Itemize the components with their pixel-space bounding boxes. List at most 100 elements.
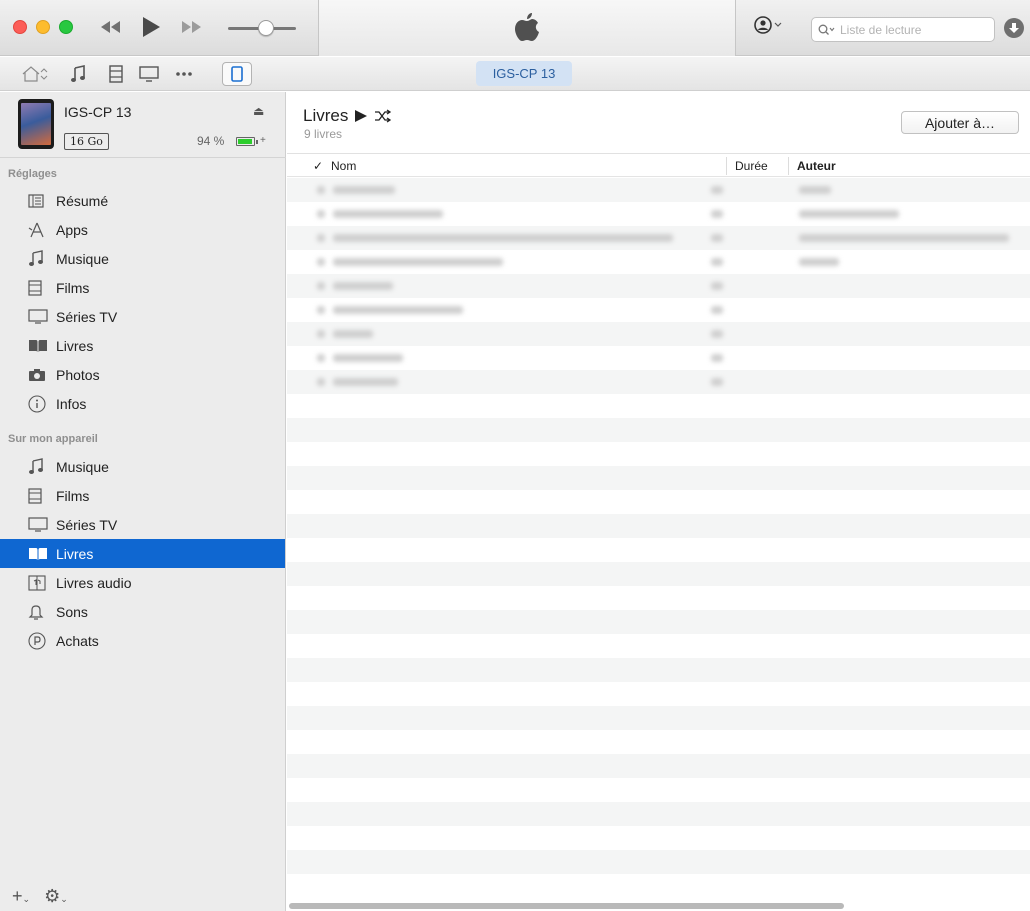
device-item-films[interactable]: Films (0, 481, 285, 510)
rewind-button[interactable] (96, 13, 126, 41)
empty-row (287, 634, 1030, 658)
duration-column-header[interactable]: Durée (735, 159, 768, 173)
device-summary[interactable]: IGS-CP 13 ⏏ 16 Go 94 % + (0, 92, 286, 158)
ipad-icon (231, 66, 243, 82)
library-home-button[interactable] (18, 62, 52, 86)
settings-menu-button[interactable]: ⚙⌄ (44, 886, 68, 907)
add-to-button[interactable]: Ajouter à… (901, 111, 1019, 134)
close-window-button[interactable] (13, 20, 27, 34)
search-icon (818, 24, 835, 35)
tv-icon (139, 66, 159, 82)
empty-row (287, 442, 1030, 466)
author-column-header[interactable]: Auteur (797, 159, 836, 173)
eject-icon[interactable]: ⏏ (253, 104, 264, 118)
tv-library-button[interactable] (136, 62, 162, 86)
play-button[interactable] (136, 13, 166, 41)
sidebar-item-photos[interactable]: Photos (0, 360, 285, 389)
rewind-icon (101, 21, 120, 33)
volume-slider[interactable] (228, 20, 296, 36)
device-tab[interactable]: IGS-CP 13 (476, 61, 572, 86)
device-item-livres-audio[interactable]: Livres audio (0, 568, 285, 597)
content-header: Livres 9 livres Ajouter à… (287, 92, 1030, 154)
empty-row (287, 850, 1030, 874)
device-section-title: Sur mon appareil (8, 433, 98, 445)
apps-icon (28, 221, 50, 239)
volume-knob[interactable] (258, 20, 274, 36)
audiobook-icon (28, 574, 50, 592)
table-row[interactable] (287, 202, 1030, 226)
sidebar-item-label: Résumé (56, 192, 109, 209)
check-column-header[interactable]: ✓ (313, 159, 323, 173)
downloads-button[interactable] (1004, 18, 1024, 38)
sidebar-item-label: Séries TV (56, 308, 118, 325)
updown-chevron-icon (40, 68, 48, 80)
table-row[interactable] (287, 370, 1030, 394)
tv-icon (28, 308, 50, 326)
more-media-button[interactable] (172, 62, 196, 86)
minimize-window-button[interactable] (36, 20, 50, 34)
battery-percentage: 94 % (197, 134, 225, 148)
sidebar-item-label: Infos (56, 395, 87, 412)
library-title-text: Livres (303, 106, 349, 125)
empty-row (287, 514, 1030, 538)
sidebar-item-label: Livres (56, 545, 94, 562)
empty-row (287, 394, 1030, 418)
zoom-window-button[interactable] (59, 20, 73, 34)
media-toolbar: IGS-CP 13 (0, 57, 1030, 91)
device-item-achats[interactable]: Achats (0, 626, 285, 655)
sidebar-item-infos[interactable]: Infos (0, 389, 285, 418)
sidebar-item-label: Photos (56, 366, 100, 383)
table-row[interactable] (287, 274, 1030, 298)
title-bar (0, 0, 1030, 56)
device-button[interactable] (222, 62, 252, 86)
music-icon (28, 250, 50, 268)
name-column-header[interactable]: Nom (331, 159, 356, 173)
more-icon (176, 72, 192, 76)
sidebar-item-films[interactable]: Films (0, 273, 285, 302)
device-item-sons[interactable]: Sons (0, 597, 285, 626)
sidebar-item-label: Musique (56, 250, 109, 267)
book-list (287, 178, 1030, 883)
table-row[interactable] (287, 250, 1030, 274)
table-row[interactable] (287, 322, 1030, 346)
sidebar-item-label: Films (56, 279, 90, 296)
horizontal-scrollbar[interactable] (289, 903, 844, 909)
play-icon (143, 17, 160, 37)
add-menu-button[interactable]: +⌄ (12, 886, 30, 907)
summary-icon (28, 192, 50, 210)
empty-row (287, 802, 1030, 826)
music-icon (28, 458, 50, 476)
lcd-display (318, 0, 736, 56)
sidebar-item-résumé[interactable]: Résumé (0, 186, 285, 215)
table-row[interactable] (287, 178, 1030, 202)
device-item-séries-tv[interactable]: Séries TV (0, 510, 285, 539)
sidebar-item-label: Séries TV (56, 516, 118, 533)
fast-forward-button[interactable] (177, 13, 207, 41)
sidebar-item-livres[interactable]: Livres (0, 331, 285, 360)
device-item-livres[interactable]: Livres (0, 539, 285, 568)
music-library-button[interactable] (66, 62, 90, 86)
table-row[interactable] (287, 226, 1030, 250)
device-item-musique[interactable]: Musique (0, 452, 285, 481)
account-button[interactable] (754, 16, 782, 34)
empty-row (287, 490, 1030, 514)
sidebar-item-musique[interactable]: Musique (0, 244, 285, 273)
empty-row (287, 826, 1030, 850)
play-icon[interactable] (354, 109, 368, 123)
apple-logo-icon (515, 13, 539, 41)
home-icon (22, 66, 40, 82)
table-row[interactable] (287, 346, 1030, 370)
sidebar-item-séries-tv[interactable]: Séries TV (0, 302, 285, 331)
search-field[interactable] (811, 17, 995, 42)
films-library-button[interactable] (104, 62, 128, 86)
battery-icon (236, 137, 255, 146)
search-input[interactable] (840, 22, 980, 37)
sidebar-item-apps[interactable]: Apps (0, 215, 285, 244)
shuffle-icon[interactable] (374, 109, 392, 123)
fast-forward-icon (182, 21, 201, 33)
download-arrow-icon (1009, 23, 1019, 33)
empty-row (287, 706, 1030, 730)
column-headers: ✓ Nom Durée Auteur (287, 155, 1030, 177)
table-row[interactable] (287, 298, 1030, 322)
book-icon (28, 545, 50, 563)
